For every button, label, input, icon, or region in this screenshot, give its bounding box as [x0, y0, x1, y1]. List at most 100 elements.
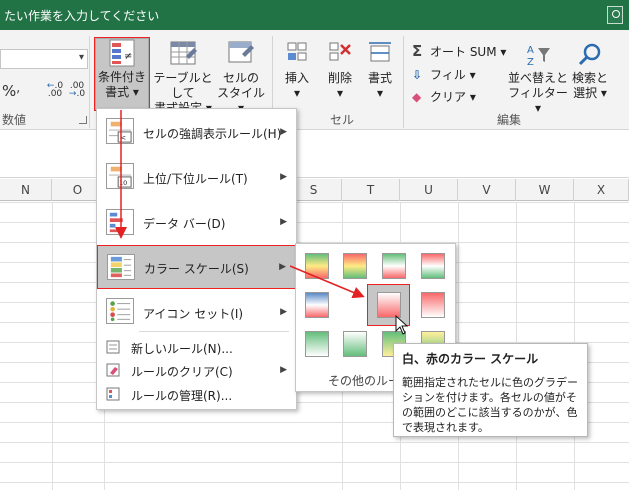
- formula-bar-area: [0, 130, 629, 178]
- menu-item-top-bottom-rules[interactable]: 10 上位/下位ルール(T) ▶: [97, 159, 296, 195]
- menu-item-label: セルの強調表示ルール(H): [143, 127, 282, 141]
- menu-item-highlight-cells-rules[interactable]: < セルの強調表示ルール(H) ▶: [97, 116, 296, 150]
- magnifier-icon: [578, 43, 601, 66]
- tooltip: 白、赤のカラー スケール 範囲指定されたセルに色のグラデーションを付けます。各セ…: [393, 343, 588, 437]
- conditional-formatting-button[interactable]: ≠ 条件付き 書式 ▾: [94, 37, 150, 111]
- tell-me-box[interactable]: たい作業を入力してください: [4, 7, 159, 24]
- percent-style-button[interactable]: %: [2, 82, 16, 100]
- cell-styles-label-2: スタイル: [216, 86, 265, 100]
- clear-label: クリア: [430, 90, 467, 104]
- eraser-icon: ◆: [412, 90, 422, 104]
- cells-group-label: セル: [330, 113, 355, 127]
- submenu-arrow-icon: ▶: [280, 365, 287, 375]
- cell-styles-button[interactable]: セルの スタイル ▾: [214, 40, 268, 116]
- menu-separator: [139, 331, 289, 332]
- increase-decimal-icon[interactable]: ←.0.00: [44, 82, 66, 99]
- top10-label: 10: [119, 179, 127, 187]
- insert-button[interactable]: 挿入 ▾: [276, 40, 318, 101]
- submenu-arrow-icon: ▶: [280, 307, 287, 317]
- submenu-arrow-icon: ▶: [280, 127, 287, 137]
- tooltip-description: 範囲指定されたセルに色のグラデーションを付けます。各セルの値がその範囲のどこに該…: [402, 376, 578, 434]
- menu-item-data-bars[interactable]: データ バー(D) ▶: [97, 206, 296, 238]
- clear-rules-icon: [106, 363, 120, 377]
- column-header[interactable]: X: [574, 179, 629, 201]
- grid-line: [52, 202, 53, 490]
- menu-item-color-scales[interactable]: カラー スケール(S) ▶: [97, 245, 296, 289]
- format-cells-icon: [369, 42, 391, 62]
- column-header[interactable]: W: [516, 179, 574, 201]
- top-bottom-rules-icon: 10: [106, 163, 134, 189]
- color-scale-red-yellow-green[interactable]: [339, 250, 371, 282]
- color-scale-white-green[interactable]: [339, 328, 371, 360]
- submenu-arrow-icon: ▶: [280, 217, 287, 227]
- column-header[interactable]: V: [458, 179, 516, 201]
- autosum-label: オート SUM: [430, 45, 497, 59]
- sort-filter-label-2: フィルター: [508, 86, 568, 100]
- fill-down-icon: ⇩: [412, 68, 423, 82]
- menu-item-icon-sets[interactable]: アイコン セット(I) ▶: [97, 295, 296, 329]
- color-scale-red-white-green[interactable]: [417, 250, 449, 282]
- column-header-row: N O P Q R S T U V W X: [0, 179, 629, 201]
- table-icon: [170, 41, 197, 65]
- new-rule-icon: [106, 340, 120, 354]
- submenu-arrow-icon: ▶: [279, 262, 286, 272]
- group-separator: [403, 36, 404, 128]
- conditional-formatting-icon: ≠: [109, 39, 135, 67]
- color-scale-red-white[interactable]: [417, 289, 449, 321]
- color-scale-green-white-red[interactable]: [378, 250, 410, 282]
- sort-filter-label-1: 並べ替えと: [508, 71, 569, 85]
- svg-text:Z: Z: [527, 57, 534, 68]
- menu-item-label: 新しいルール(N)...: [131, 342, 233, 356]
- format-button[interactable]: 書式 ▾: [361, 40, 399, 101]
- comma-style-icon[interactable]: ,: [16, 80, 20, 96]
- submenu-arrow-icon: ▶: [280, 172, 287, 182]
- insert-cells-icon: [287, 42, 307, 61]
- sigma-icon: Σ: [412, 42, 423, 60]
- find-select-label-1: 検索と: [571, 71, 608, 85]
- format-label: 書式: [367, 71, 392, 85]
- highlight-rules-icon: <: [106, 118, 134, 144]
- sort-filter-icon: A Z: [527, 45, 550, 68]
- cell-styles-label-1: セルの: [222, 71, 259, 85]
- color-scale-green-yellow-red[interactable]: [301, 250, 333, 282]
- account-icon[interactable]: [607, 6, 623, 24]
- menu-item-clear-rules[interactable]: ルールのクリア(C) ▶: [97, 359, 296, 381]
- color-scale-blue-white-red[interactable]: [301, 289, 333, 321]
- delete-button[interactable]: 削除 ▾: [320, 40, 360, 101]
- icon-sets-icon: [106, 298, 134, 324]
- fill-button[interactable]: ⇩ フィル ▾: [412, 66, 476, 83]
- column-header[interactable]: U: [400, 179, 458, 201]
- menu-item-label: アイコン セット(I): [143, 307, 244, 321]
- format-as-table-button[interactable]: テーブルとして 書式設定 ▾: [148, 40, 218, 116]
- delete-cells-icon: [329, 42, 351, 61]
- menu-item-label: 上位/下位ルール(T): [143, 172, 248, 186]
- conditional-formatting-menu: < セルの強調表示ルール(H) ▶ 10 上位/下位ルール(T) ▶ データ バ…: [96, 108, 297, 410]
- fill-label: フィル: [430, 68, 466, 82]
- menu-item-label: ルールのクリア(C): [131, 365, 233, 379]
- delete-label: 削除: [327, 71, 352, 85]
- data-bars-icon: [106, 209, 134, 235]
- number-format-dropdown[interactable]: [0, 49, 88, 69]
- menu-item-new-rule[interactable]: 新しいルール(N)...: [97, 336, 296, 358]
- svg-text:≠: ≠: [124, 51, 132, 62]
- sort-filter-button[interactable]: A Z 並べ替えと フィルター ▾: [508, 42, 568, 116]
- tooltip-title: 白、赤のカラー スケール: [402, 352, 539, 366]
- conditional-formatting-label-1: 条件付き: [97, 70, 146, 84]
- number-group-label: 数値: [2, 113, 27, 127]
- column-header[interactable]: T: [342, 179, 400, 201]
- color-scale-green-white[interactable]: [301, 328, 333, 360]
- menu-item-label: データ バー(D): [143, 217, 226, 231]
- group-separator: [89, 36, 90, 128]
- find-select-button[interactable]: 検索と 選択 ▾: [568, 42, 612, 101]
- dialog-launcher-icon[interactable]: [79, 116, 87, 124]
- decrease-decimal-icon[interactable]: .00 →.0: [66, 82, 88, 99]
- menu-item-manage-rules[interactable]: ルールの管理(R)...: [97, 383, 296, 405]
- color-scale-white-red[interactable]: [367, 284, 410, 326]
- autosum-button[interactable]: Σ オート SUM ▾: [412, 42, 506, 60]
- ribbon: % , ←.0.00 .00→.0 数値 ≠ 条件付き 書式 ▾ テーブルとして…: [0, 30, 629, 130]
- conditional-formatting-label-2: 書式: [105, 85, 130, 99]
- column-header[interactable]: N: [0, 179, 52, 201]
- cell-styles-icon: [228, 41, 254, 63]
- manage-rules-icon: [106, 387, 120, 401]
- clear-button[interactable]: ◆ クリア ▾: [412, 88, 476, 105]
